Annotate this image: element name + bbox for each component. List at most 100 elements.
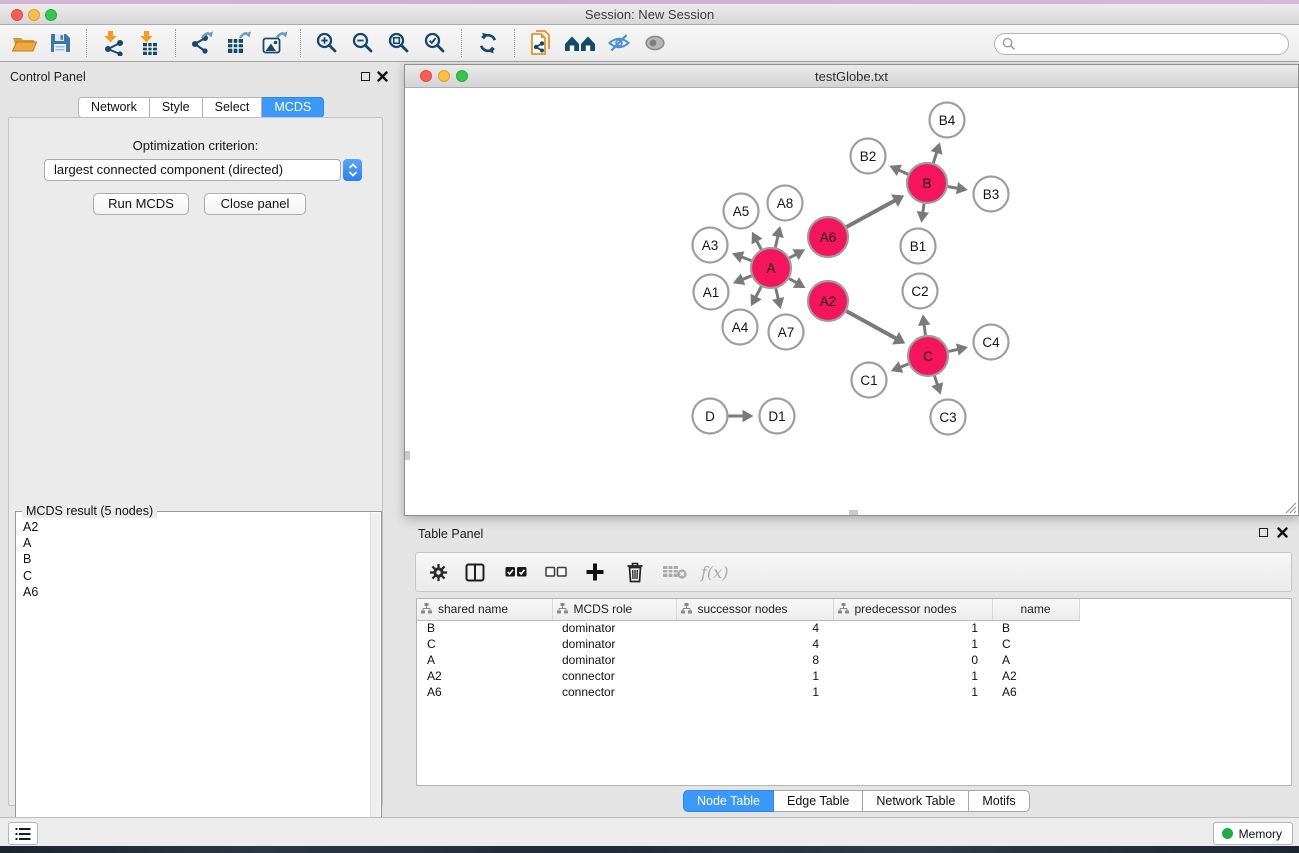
- table-cell[interactable]: dominator: [552, 620, 676, 636]
- canvas-left-scroll-nub[interactable]: [405, 451, 410, 460]
- table-cell[interactable]: 1: [833, 668, 992, 684]
- result-item[interactable]: A2: [16, 519, 369, 535]
- table-cell[interactable]: dominator: [552, 652, 676, 668]
- tab-node-table[interactable]: Node Table: [683, 790, 774, 812]
- canvas-bottom-scroll-nub[interactable]: [849, 510, 858, 515]
- tab-network-table[interactable]: Network Table: [863, 790, 969, 812]
- graph-node-label: A5: [733, 204, 750, 219]
- table-row[interactable]: Adominator80A: [417, 652, 1079, 668]
- table-cell[interactable]: 8: [676, 652, 833, 668]
- column-header-predecessor-nodes[interactable]: predecessor nodes: [833, 599, 992, 620]
- export-network-button[interactable]: [187, 28, 217, 58]
- table-settings-button[interactable]: [428, 562, 449, 583]
- table-row[interactable]: Cdominator41C: [417, 636, 1079, 652]
- open-session-button[interactable]: [9, 28, 39, 58]
- zoom-fit-icon: [387, 31, 411, 55]
- network-canvas[interactable]: AA1A2A3A4A5A6A7A8BB1B2B3B4CC1C2C3C4DD1: [405, 88, 1298, 515]
- close-panel-icon[interactable]: [1277, 527, 1288, 538]
- deselect-all-button[interactable]: [545, 566, 567, 578]
- column-header-name[interactable]: name: [992, 599, 1079, 620]
- export-table-button[interactable]: [223, 28, 253, 58]
- new-network-from-selection-button[interactable]: [526, 28, 556, 58]
- dropdown-stepper[interactable]: [343, 159, 362, 181]
- show-graphics-details-button[interactable]: [640, 28, 670, 58]
- close-panel-icon[interactable]: [377, 71, 388, 82]
- table-row[interactable]: A6connector11A6: [417, 684, 1079, 700]
- zoom-selected-button[interactable]: [420, 28, 450, 58]
- delete-table-button[interactable]: [662, 564, 688, 580]
- hide-graphics-details-button[interactable]: [604, 28, 634, 58]
- table-cell[interactable]: 4: [676, 636, 833, 652]
- app-title-bar[interactable]: Session: New Session: [0, 4, 1299, 25]
- table-cell[interactable]: B: [992, 620, 1079, 636]
- zoom-in-button[interactable]: [312, 28, 342, 58]
- tab-network[interactable]: Network: [78, 97, 150, 118]
- close-panel-button[interactable]: Close panel: [204, 193, 306, 215]
- tab-motifs[interactable]: Motifs: [969, 790, 1029, 812]
- table-cell[interactable]: A6: [417, 684, 552, 700]
- table-cell[interactable]: dominator: [552, 636, 676, 652]
- graph-node-B: B: [907, 163, 947, 203]
- graph-edge-A2-C[interactable]: [846, 311, 897, 339]
- table-row[interactable]: A2connector11A2: [417, 668, 1079, 684]
- search-field[interactable]: [994, 33, 1289, 55]
- table-cell[interactable]: A: [417, 652, 552, 668]
- tab-mcds[interactable]: MCDS: [262, 97, 324, 118]
- table-cell[interactable]: 4: [676, 620, 833, 636]
- zoom-fit-button[interactable]: [384, 28, 414, 58]
- table-cell[interactable]: 1: [833, 620, 992, 636]
- optimization-criterion-dropdown[interactable]: largest connected component (directed): [44, 159, 341, 181]
- tab-style[interactable]: Style: [150, 97, 203, 118]
- show-panels-menu-button[interactable]: [8, 822, 38, 845]
- result-item[interactable]: A: [16, 535, 369, 551]
- float-panel-icon[interactable]: [361, 72, 370, 81]
- column-header-shared-name[interactable]: shared name: [417, 599, 552, 620]
- table-cell[interactable]: C: [417, 636, 552, 652]
- table-cell[interactable]: connector: [552, 668, 676, 684]
- result-item[interactable]: C: [16, 568, 369, 584]
- main-toolbar: [0, 25, 1299, 62]
- table-cell[interactable]: C: [992, 636, 1079, 652]
- import-table-button[interactable]: [134, 28, 164, 58]
- tab-edge-table[interactable]: Edge Table: [774, 790, 863, 812]
- select-all-button[interactable]: [505, 566, 527, 578]
- table-cell[interactable]: 1: [833, 636, 992, 652]
- table-cell[interactable]: A2: [992, 668, 1079, 684]
- home-button[interactable]: [562, 28, 598, 58]
- result-item[interactable]: A6: [16, 584, 369, 600]
- result-scrollbar[interactable]: [370, 513, 380, 853]
- export-image-button[interactable]: [259, 28, 289, 58]
- memory-button[interactable]: Memory: [1213, 822, 1293, 845]
- table-cell[interactable]: A6: [992, 684, 1079, 700]
- column-selector-button[interactable]: [464, 562, 486, 583]
- column-header-mcds-role[interactable]: MCDS role: [552, 599, 676, 620]
- table-cell[interactable]: A2: [417, 668, 552, 684]
- table-cell[interactable]: A: [992, 652, 1079, 668]
- tab-select[interactable]: Select: [203, 97, 263, 118]
- zoom-out-button[interactable]: [348, 28, 378, 58]
- table-cell[interactable]: 0: [833, 652, 992, 668]
- table-cell[interactable]: 1: [833, 684, 992, 700]
- save-session-button[interactable]: [45, 28, 75, 58]
- delete-row-button[interactable]: [625, 561, 645, 583]
- float-panel-icon[interactable]: [1259, 528, 1268, 537]
- table-cell[interactable]: 1: [676, 684, 833, 700]
- run-mcds-button[interactable]: Run MCDS: [93, 193, 189, 215]
- table-cell[interactable]: 1: [676, 668, 833, 684]
- table-cell[interactable]: connector: [552, 684, 676, 700]
- graph-edge-A6-B[interactable]: [846, 200, 896, 227]
- function-builder-button[interactable]: f(x): [701, 563, 728, 582]
- import-network-button[interactable]: [98, 28, 128, 58]
- refresh-button[interactable]: [473, 28, 503, 58]
- column-header-successor-nodes[interactable]: successor nodes: [676, 599, 833, 620]
- result-item[interactable]: B: [16, 551, 369, 567]
- resize-grip-icon[interactable]: [1283, 500, 1297, 514]
- table-row[interactable]: Bdominator41B: [417, 620, 1079, 636]
- graph-edge-arrowhead: [956, 182, 968, 194]
- network-window-title-bar[interactable]: testGlobe.txt: [405, 65, 1298, 88]
- search-input[interactable]: [1020, 35, 1288, 53]
- graph-edge-arrowhead: [772, 297, 784, 309]
- export-table-icon: [225, 30, 252, 56]
- table-cell[interactable]: B: [417, 620, 552, 636]
- add-row-button[interactable]: [585, 562, 605, 582]
